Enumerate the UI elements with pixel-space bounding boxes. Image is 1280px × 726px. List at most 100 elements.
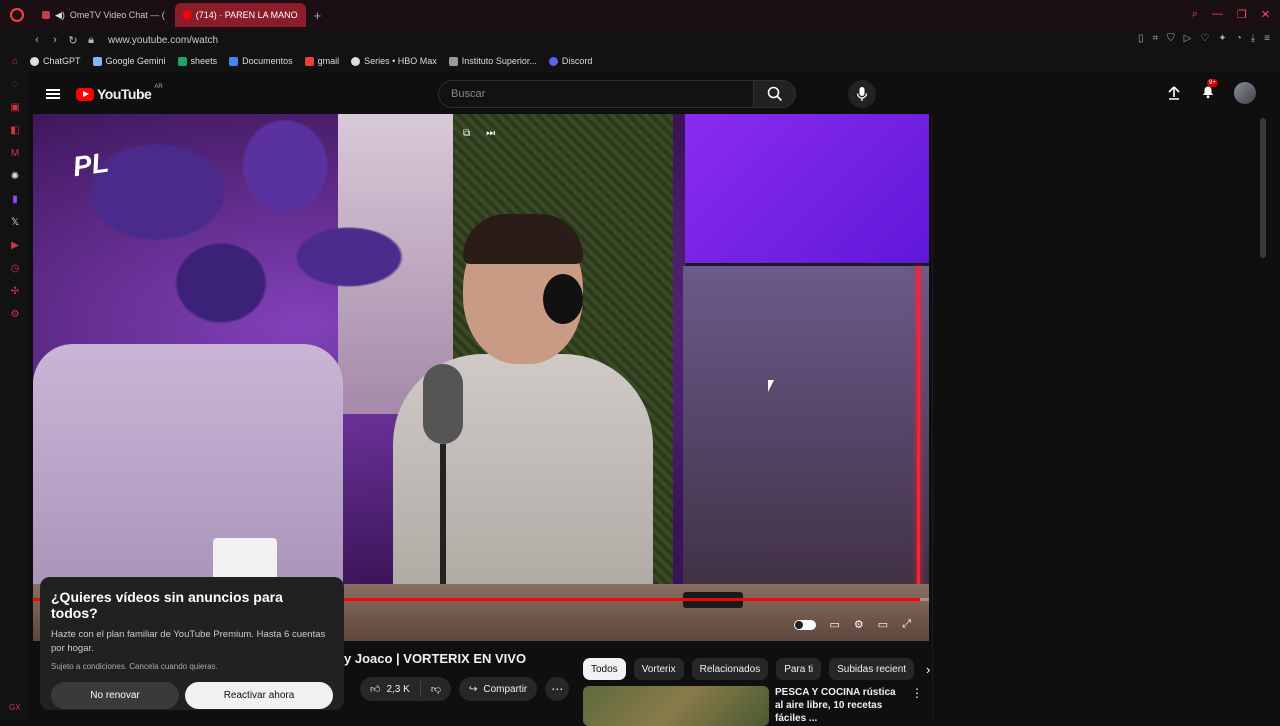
thumbs-down-icon: 👎︎ (430, 684, 441, 695)
download-icon[interactable]: ⤓ (1251, 33, 1255, 44)
chatgpt-icon (30, 56, 39, 66)
guide-menu-icon[interactable] (46, 89, 60, 99)
settings-gear-icon[interactable]: ⚙ (854, 618, 864, 631)
chip-para-ti[interactable]: Para ti (776, 658, 822, 680)
speaker-icon[interactable]: ◀) (55, 10, 65, 21)
heart-icon[interactable]: ♡ (1200, 33, 1209, 44)
upload-icon[interactable] (1166, 85, 1182, 101)
chip-todos[interactable]: Todos (583, 658, 626, 680)
autoplay-toggle[interactable] (793, 619, 816, 630)
player-controls-right: ▭ ⚙ ▭ ⤢ (793, 618, 911, 631)
menu-icon[interactable]: ≡ (1264, 33, 1270, 44)
more-actions-button[interactable]: ⋯ (545, 677, 570, 701)
subtitles-icon[interactable]: ▭ (830, 618, 840, 631)
related-chips: Todos Vorterix Relacionados Para ti Subi… (583, 658, 930, 680)
new-tab-button[interactable]: + (314, 8, 322, 23)
close-window-icon[interactable]: ✕ (1261, 8, 1270, 21)
back-icon[interactable]: ‹ (28, 34, 46, 46)
settings-icon[interactable]: ⚙ (9, 309, 21, 321)
share-button[interactable]: ↪ Compartir (458, 677, 538, 701)
browser-window: ◀) OmeTV Video Chat — ( (714) · PAREN LA… (0, 0, 1280, 726)
tab-favicon-icon (42, 11, 50, 19)
video-overlay-controls: ⧉ ⏭ (463, 128, 495, 139)
bookmark-hbo[interactable]: Series • HBO Max (351, 56, 437, 66)
search-input[interactable] (438, 80, 754, 108)
window-controls: ⌕ — ❐ ✕ (1192, 8, 1270, 21)
youtube-favicon-icon (182, 11, 191, 19)
bookmark-instituto[interactable]: Instituto Superior... (448, 56, 537, 66)
profile-icon[interactable]: ◔ (1236, 33, 1242, 44)
miniplayer-icon[interactable]: ⧉ (463, 128, 470, 139)
more-vertical-icon[interactable]: ⋮ (911, 686, 923, 726)
bookmark-sheets[interactable]: sheets (177, 56, 217, 66)
search-box (438, 80, 796, 108)
notifications-button[interactable]: 9+ (1200, 78, 1218, 104)
video-player[interactable]: PL ⧉ ⏭ ▭ ⚙ ▭ ⤢ (33, 114, 929, 641)
bookmark-docs[interactable]: Documentos (229, 56, 293, 66)
skip-icon[interactable]: ⏭ (486, 128, 495, 139)
bookmark-chatgpt[interactable]: ChatGPT (30, 56, 81, 66)
studio-microphone (423, 364, 463, 444)
search-button[interactable] (754, 80, 796, 108)
opera-menu-icon[interactable] (10, 8, 24, 22)
sofa (33, 344, 343, 604)
bookmark-gmail[interactable]: gmail (304, 56, 339, 66)
reload-icon[interactable]: ↻ (64, 34, 82, 47)
tab-ometv[interactable]: ◀) OmeTV Video Chat — ( (34, 3, 173, 27)
bookmark-discord[interactable]: Discord (548, 56, 592, 66)
tab-youtube[interactable]: (714) · PAREN LA MANO (174, 3, 306, 27)
restore-icon[interactable]: ❐ (1237, 8, 1247, 21)
hbo-icon (351, 56, 361, 66)
like-button[interactable]: 👍︎ 2,3 K (360, 683, 420, 696)
url-field[interactable]: www.youtube.com/watch (108, 35, 218, 46)
no-renew-button[interactable]: No renovar (51, 682, 179, 709)
chatgpt-side-icon[interactable]: ✺ (9, 171, 21, 183)
x-icon[interactable]: 𝕏 (9, 217, 21, 229)
play-icon[interactable]: ▷ (1184, 33, 1192, 44)
share-icon: ↪ (468, 683, 478, 695)
search-tabs-icon[interactable]: ⌕ (1192, 8, 1198, 21)
forward-icon[interactable]: › (46, 34, 64, 46)
docs-icon (229, 56, 239, 66)
extensions-side-icon[interactable]: ✣ (9, 286, 21, 298)
gx-icon[interactable]: GX (9, 703, 21, 712)
scrollbar[interactable] (1260, 118, 1266, 258)
avatar[interactable] (1234, 82, 1256, 104)
bookmark-gemini[interactable]: Google Gemini (92, 56, 166, 66)
bookmark-icon[interactable]: ▯ (1138, 33, 1144, 44)
address-bar: ‹ › ↻ 🔒︎ www.youtube.com/watch ▯ ⌗ ⛉ ▷ ♡… (28, 30, 1280, 50)
masthead: YouTube AR 9+ (30, 72, 1280, 116)
player-icon[interactable]: ▶ (9, 240, 21, 252)
twitch-icon[interactable]: ▮ (9, 194, 21, 206)
tab-bar: ◀) OmeTV Video Chat — ( (714) · PAREN LA… (0, 0, 1280, 30)
video-actions: 👍︎ 2,3 K 👎︎ ↪ Compartir ⋯ (360, 677, 570, 701)
messenger-icon[interactable]: ◧ (9, 125, 21, 137)
minimize-icon[interactable]: — (1212, 8, 1223, 21)
hair (463, 214, 583, 264)
recommended-video[interactable]: PESCA Y COCINA rústica al aire libre, 10… (583, 686, 923, 726)
secondary-column (932, 114, 1268, 720)
dislike-button[interactable]: 👎︎ (421, 683, 451, 695)
search-icon (767, 86, 782, 102)
gmail-side-icon[interactable]: M (9, 148, 21, 160)
chevron-right-icon[interactable]: › (926, 662, 930, 677)
recommended-title[interactable]: PESCA Y COCINA rústica al aire libre, 10… (775, 686, 905, 726)
shield-icon[interactable]: ⛉ (1167, 33, 1175, 44)
home-icon[interactable]: ⌂ (9, 56, 21, 68)
crypto-icon[interactable]: ▣ (9, 102, 21, 114)
chip-vorterix[interactable]: Vorterix (633, 658, 684, 680)
video-thumbnail[interactable] (583, 686, 769, 726)
fullscreen-icon[interactable]: ⤢ (902, 618, 911, 631)
youtube-logo[interactable]: YouTube AR (76, 84, 163, 102)
reactivate-button[interactable]: Reactivar ahora (185, 682, 333, 709)
extensions-icon[interactable]: ✦ (1218, 33, 1226, 44)
snapshot-icon[interactable]: ⌗ (1152, 33, 1158, 44)
chip-subidas-recientes[interactable]: Subidas recient (829, 658, 915, 680)
headphones (543, 274, 583, 324)
promo-body: Hazte con el plan familiar de YouTube Pr… (51, 629, 326, 654)
theater-mode-icon[interactable]: ▭ (878, 618, 888, 631)
chip-relacionados[interactable]: Relacionados (691, 658, 769, 680)
aria-icon[interactable]: ◌ (9, 79, 21, 91)
history-icon[interactable]: ◷ (9, 263, 21, 275)
voice-search-button[interactable] (848, 80, 876, 108)
